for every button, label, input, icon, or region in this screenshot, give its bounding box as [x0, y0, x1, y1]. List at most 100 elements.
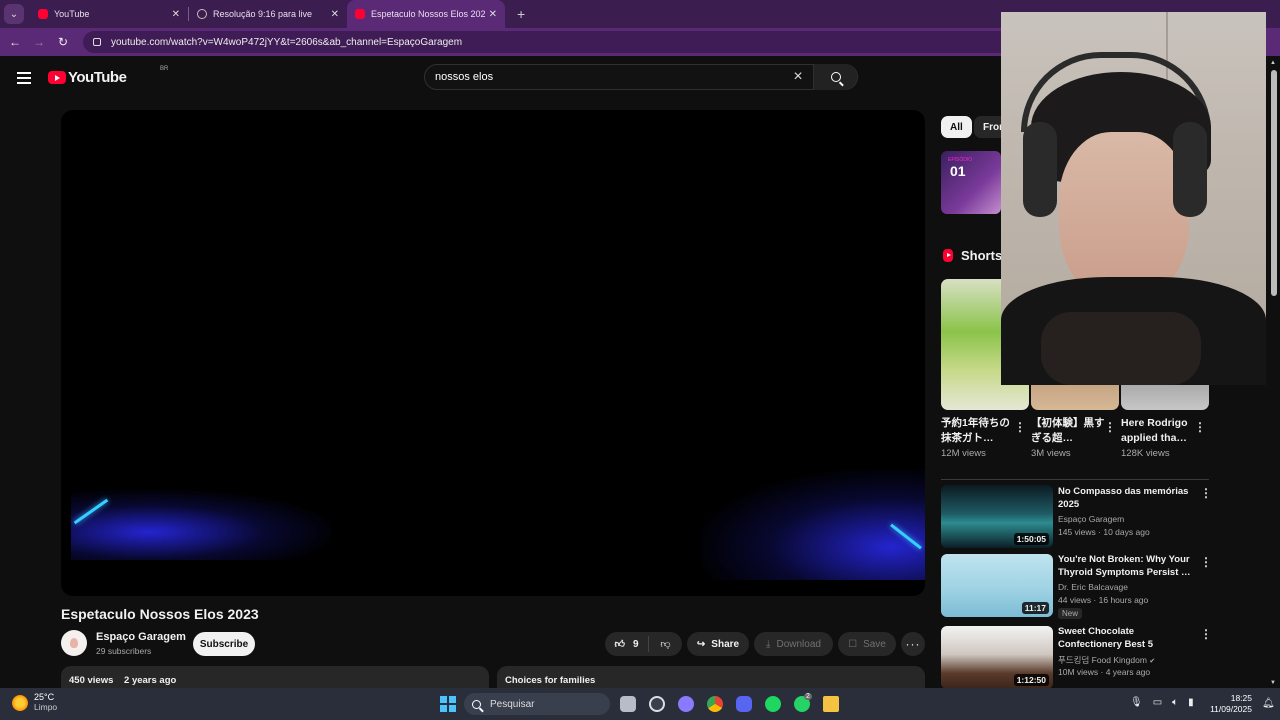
- clock-time: 18:25: [1230, 693, 1252, 703]
- obs-icon[interactable]: [649, 696, 665, 712]
- more-vert-icon[interactable]: ⋮: [1200, 627, 1212, 641]
- close-icon[interactable]: ✕: [172, 9, 180, 20]
- task-view-icon[interactable]: [620, 696, 636, 712]
- share-button[interactable]: ↪ Share: [687, 632, 749, 656]
- back-icon[interactable]: ←: [3, 35, 27, 49]
- chrome-icon[interactable]: [707, 696, 723, 712]
- page-scrollbar[interactable]: ▲ ▼: [1269, 60, 1278, 688]
- video-thumbnail[interactable]: 1:50:05: [941, 485, 1053, 548]
- like-dislike-group: 👍︎ 9 👎︎: [605, 632, 682, 656]
- globe-icon: [197, 9, 207, 19]
- video-thumbnail[interactable]: 1:12:50: [941, 626, 1053, 689]
- video-title-link[interactable]: No Compasso das memórias 2025: [1058, 485, 1198, 511]
- search-box: nossos elos ×: [424, 64, 858, 90]
- subscribe-button[interactable]: Subscribe: [193, 632, 255, 656]
- tab-title: Resolução 9:16 para live: [213, 9, 313, 19]
- short-title[interactable]: Here Rodrigo applied tha…: [1121, 416, 1195, 446]
- promo-thumbnail[interactable]: EPISÓDIO 01: [941, 151, 1001, 214]
- new-badge: New: [1058, 608, 1083, 619]
- view-count: 450 views: [69, 675, 114, 686]
- video-thumbnail[interactable]: 11:17: [941, 554, 1053, 617]
- more-vert-icon[interactable]: ⋮: [1014, 420, 1026, 434]
- more-actions-button[interactable]: ···: [901, 632, 925, 656]
- new-tab-button[interactable]: +: [517, 6, 525, 22]
- video-player[interactable]: [61, 110, 925, 596]
- more-vert-icon[interactable]: ⋮: [1200, 555, 1212, 569]
- youtube-icon: [48, 71, 66, 84]
- reload-icon[interactable]: ↻: [51, 35, 75, 49]
- clear-icon[interactable]: ×: [783, 68, 813, 86]
- video-meta: 10M views · 4 years ago: [1058, 667, 1151, 677]
- download-button[interactable]: ⤓ Download: [754, 632, 833, 656]
- volume-icon[interactable]: 🔈︎: [1172, 697, 1178, 708]
- weather-widget[interactable]: 25°C Limpo: [12, 692, 57, 713]
- more-vert-icon[interactable]: ⋮: [1194, 420, 1206, 434]
- shorts-label: Shorts: [961, 248, 1003, 263]
- discord-icon[interactable]: [736, 696, 752, 712]
- channel-name[interactable]: Espaço Garagem: [96, 631, 186, 643]
- stage-light: [71, 490, 331, 560]
- youtube-logo[interactable]: YouTube BR: [48, 66, 168, 86]
- tab-espetaculo[interactable]: Espetaculo Nossos Elos 2023 - ✕: [347, 0, 505, 28]
- tab-title: Espetaculo Nossos Elos 2023 -: [371, 9, 485, 19]
- section-divider: [941, 479, 1209, 480]
- file-explorer-icon[interactable]: [823, 696, 839, 712]
- windows-start-icon[interactable]: [440, 696, 456, 712]
- dislike-button[interactable]: 👎︎: [649, 638, 682, 650]
- short-views: 128K views: [1121, 448, 1170, 459]
- site-info-icon[interactable]: [93, 38, 101, 46]
- notification-bell-icon[interactable]: 🔔︎: [1262, 698, 1275, 709]
- save-button[interactable]: ☐ Save: [838, 632, 896, 656]
- display-icon[interactable]: ▭: [1153, 697, 1162, 708]
- download-label: Download: [776, 638, 821, 650]
- duration-badge: 11:17: [1021, 602, 1049, 614]
- more-vert-icon[interactable]: ⋮: [1200, 486, 1212, 500]
- search-button[interactable]: [813, 64, 857, 90]
- battery-icon[interactable]: ▮: [1188, 697, 1194, 708]
- channel-name[interactable]: 푸드킹덤 Food Kingdom ✔: [1058, 654, 1155, 666]
- close-icon[interactable]: ✕: [331, 9, 339, 20]
- taskbar-search[interactable]: Pesquisar: [464, 693, 610, 715]
- short-title[interactable]: 予約1年待ちの抹茶ガト…: [941, 416, 1015, 446]
- short-views: 3M views: [1031, 448, 1071, 459]
- video-title-link[interactable]: You're Not Broken: Why Your Thyroid Symp…: [1058, 553, 1198, 579]
- search-input[interactable]: nossos elos: [425, 71, 783, 83]
- microphone-icon[interactable]: 🎙︎: [1130, 697, 1143, 708]
- webcam-overlay: [1001, 12, 1266, 385]
- thumbs-down-icon: 👎︎: [660, 639, 671, 650]
- scroll-up-icon[interactable]: ▲: [1270, 60, 1276, 66]
- clock-date: 11/09/2025: [1210, 704, 1252, 714]
- download-icon: ⤓: [766, 638, 771, 650]
- close-icon[interactable]: ✕: [489, 9, 497, 20]
- scroll-down-icon[interactable]: ▼: [1270, 680, 1276, 686]
- subscriber-count: 29 subscribers: [96, 646, 152, 656]
- tab-search-button[interactable]: ⌄: [4, 4, 24, 24]
- upload-age: 2 years ago: [124, 675, 177, 686]
- thumbs-up-icon: 👍︎: [614, 639, 625, 650]
- menu-icon[interactable]: [17, 72, 31, 87]
- like-button[interactable]: 👍︎ 9: [605, 636, 649, 652]
- scroll-thumb[interactable]: [1271, 70, 1277, 296]
- video-title-link[interactable]: Sweet Chocolate Confectionery Best 5: [1058, 625, 1198, 651]
- tab-resolucao[interactable]: Resolução 9:16 para live ✕: [189, 0, 347, 28]
- more-vert-icon[interactable]: ⋮: [1104, 420, 1116, 434]
- sun-icon: [12, 694, 28, 711]
- spotify-icon[interactable]: [765, 696, 781, 712]
- video-meta: 145 views · 10 days ago: [1058, 527, 1150, 537]
- chip-all[interactable]: All: [941, 116, 972, 138]
- clock[interactable]: 18:25 11/09/2025: [1206, 693, 1252, 715]
- weather-desc: Limpo: [34, 702, 58, 712]
- channel-name[interactable]: Dr. Eric Balcavage: [1058, 582, 1128, 592]
- short-title[interactable]: 【初体験】黒すぎる超…: [1031, 416, 1105, 446]
- channel-name[interactable]: Espaço Garagem: [1058, 514, 1124, 524]
- forward-icon[interactable]: →: [27, 35, 51, 49]
- channel-avatar[interactable]: [61, 630, 87, 656]
- country-code: BR: [160, 66, 169, 72]
- channel-label: 푸드킹덤 Food Kingdom: [1058, 655, 1147, 665]
- tab-youtube[interactable]: YouTube ✕: [30, 0, 188, 28]
- headphone-cup: [1023, 122, 1057, 217]
- bookmark-icon: ☐: [848, 638, 858, 650]
- browser-icon[interactable]: [678, 696, 694, 712]
- duration-badge: 1:12:50: [1013, 674, 1049, 686]
- episode-number: 01: [950, 163, 966, 179]
